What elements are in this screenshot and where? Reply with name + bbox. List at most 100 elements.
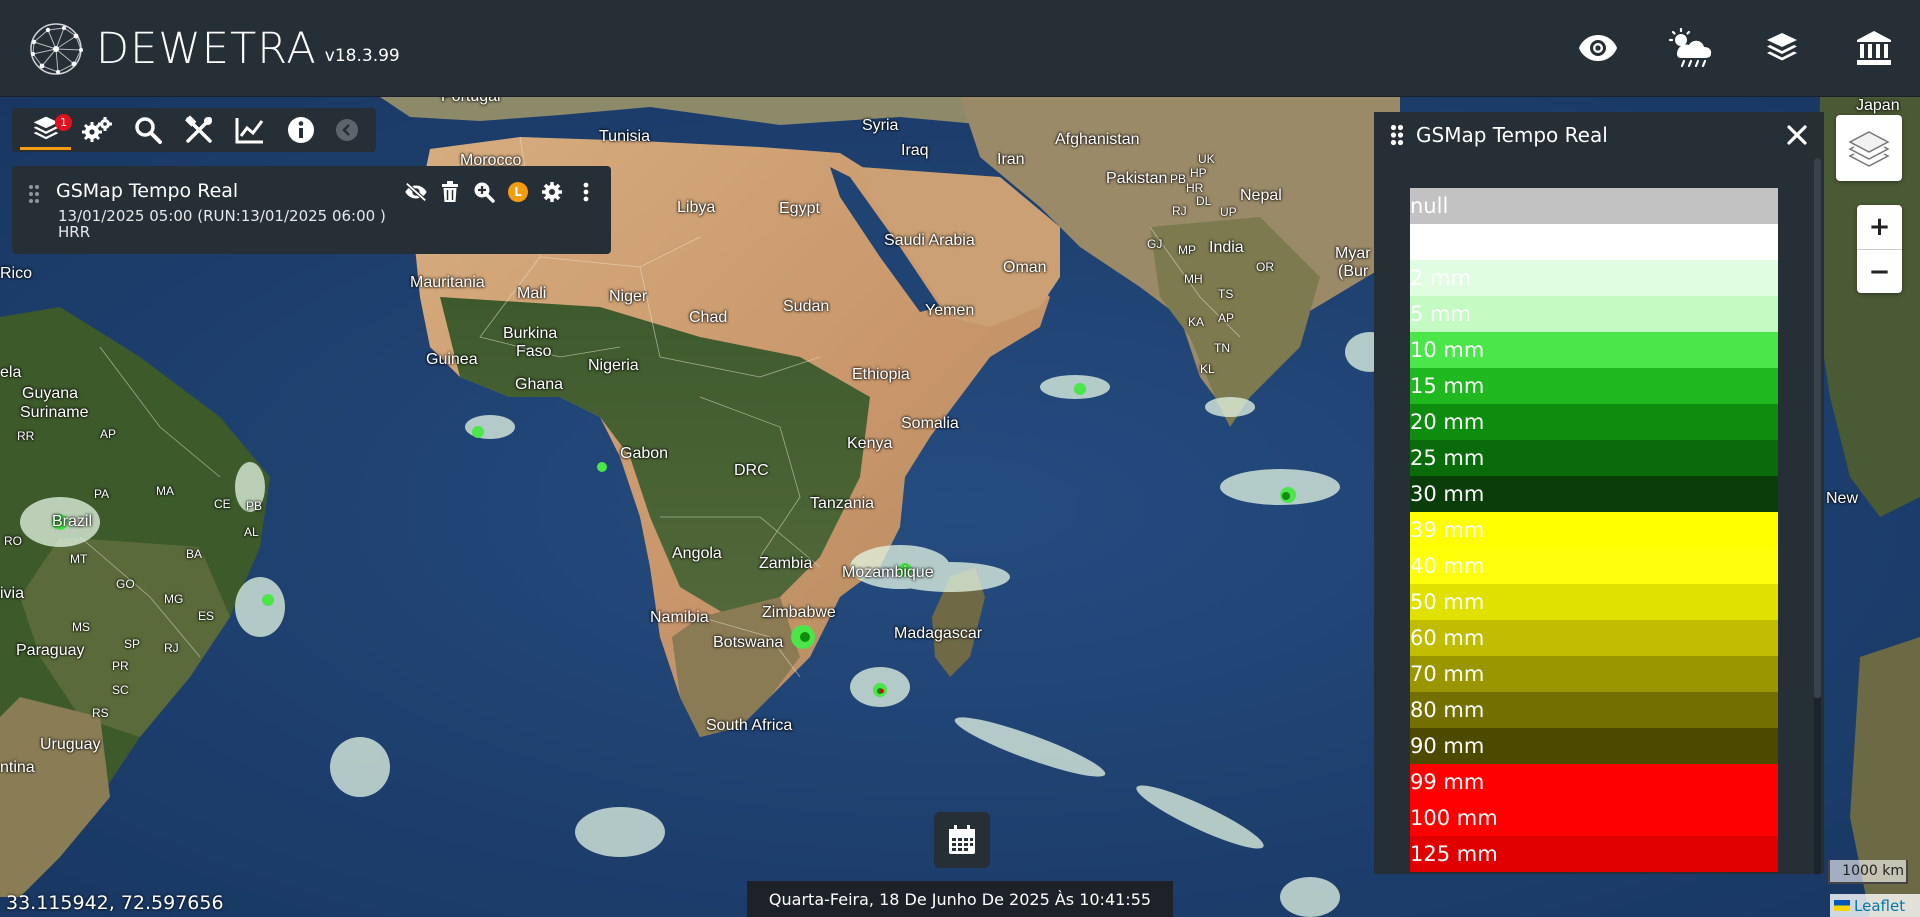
eye-slash-icon: [405, 182, 427, 202]
map-label-small: GO: [116, 577, 135, 591]
legend-color-scale: null 2 mm 5 mm 10 mm 15 mm 20 mm 25 mm 30 mm 39 …: [1410, 188, 1778, 874]
current-datetime: Quarta-Feira, 18 De Junho De 2025 Às 10:…: [747, 881, 1173, 917]
map-label: (Bur: [1338, 263, 1369, 280]
info-button[interactable]: [275, 110, 326, 150]
map-label-small: HP: [1190, 166, 1207, 180]
map-label: Uruguay: [40, 736, 101, 753]
layer-actions: L: [404, 180, 598, 204]
layer-card: GSMap Tempo Real 13/01/2025 05:00 (RUN:1…: [12, 166, 611, 254]
map-label: Zimbabwe: [762, 604, 836, 621]
map-label: ntina: [0, 759, 35, 776]
legend-entry: 99 mm: [1410, 764, 1778, 800]
map-label: Rico: [0, 265, 33, 282]
map-label: Kenya: [847, 435, 893, 452]
search-icon: [134, 117, 162, 144]
app-header: DEWETRA v18.3.99: [0, 0, 1920, 97]
layer-more-button[interactable]: [574, 180, 598, 204]
chart-button[interactable]: [224, 110, 275, 150]
zoom-out-button[interactable]: −: [1857, 249, 1902, 293]
delete-layer-button[interactable]: [438, 180, 462, 204]
close-legend-button[interactable]: [1782, 120, 1812, 150]
map-attribution[interactable]: Leaflet: [1830, 894, 1920, 917]
drag-handle-icon[interactable]: [28, 184, 40, 204]
map-label-small: HR: [1186, 181, 1204, 195]
collapse-toolbar-button[interactable]: [336, 119, 358, 141]
map-label: South Africa: [706, 717, 793, 734]
drag-handle-icon[interactable]: [1390, 124, 1404, 146]
weather-icon[interactable]: [1666, 25, 1714, 71]
map-label: Botswana: [713, 634, 784, 651]
hide-layer-button[interactable]: [404, 180, 428, 204]
map-label: Angola: [672, 545, 722, 562]
map-label-small: TN: [1214, 341, 1230, 355]
map-label: Portugal: [441, 97, 501, 106]
trash-icon: [442, 181, 458, 202]
zoom-in-button[interactable]: +: [1857, 205, 1902, 249]
map-label: Niger: [609, 288, 648, 305]
search-button[interactable]: [122, 110, 173, 150]
map-label: Tunisia: [599, 128, 650, 145]
gear-icon: [542, 182, 562, 202]
map-label: Saudi Arabia: [884, 232, 975, 249]
map-label: New: [1826, 490, 1859, 507]
layer-subtitle: 13/01/2025 05:00 (RUN:13/01/2025 06:00 )…: [58, 208, 386, 240]
map-label-small: KA: [1188, 315, 1205, 329]
map-label: Libya: [677, 199, 716, 216]
map-label: ela: [0, 364, 22, 381]
legend-entry: 100 mm: [1410, 800, 1778, 836]
layers-icon[interactable]: [1758, 25, 1806, 71]
layer-title[interactable]: GSMap Tempo Real: [56, 180, 238, 202]
map-label-small: RJ: [1172, 204, 1187, 218]
map-label: Somalia: [901, 415, 959, 432]
map-label-small: PB: [1170, 172, 1187, 186]
map-label-small: PR: [112, 659, 129, 673]
map-label-small: GJ: [1147, 237, 1163, 251]
more-vertical-icon: [583, 182, 589, 202]
map-label-small: BA: [186, 547, 203, 561]
map-label-small: DL: [1196, 194, 1212, 208]
map-label: Myar: [1335, 245, 1371, 262]
app-logo[interactable]: DEWETRA v18.3.99: [26, 20, 400, 78]
settings-button[interactable]: [71, 110, 122, 150]
legend-header[interactable]: GSMap Tempo Real: [1374, 112, 1824, 158]
map-label: India: [1209, 239, 1244, 256]
legend-entry: 30 mm: [1410, 476, 1778, 512]
map-label: Syria: [862, 117, 899, 134]
map-label: Yemen: [925, 302, 975, 319]
zoom-in-icon: [474, 182, 495, 203]
legend-title: GSMap Tempo Real: [1416, 123, 1608, 147]
map-label-small: AP: [100, 427, 117, 441]
basemap-switcher-button[interactable]: [1836, 115, 1902, 181]
map-label: Guinea: [426, 351, 478, 368]
legend-scrollbar-thumb[interactable]: [1814, 158, 1821, 698]
calendar-button[interactable]: [934, 812, 990, 868]
map-label: Ethiopia: [852, 366, 910, 383]
layer-date: 13/01/2025 05:00 (RUN:13/01/2025 06:00 ): [58, 207, 386, 225]
map-label-small: MG: [164, 592, 184, 606]
tools-button[interactable]: [173, 110, 224, 150]
map-label: Iran: [997, 151, 1025, 168]
layers-tab-button[interactable]: 1: [20, 110, 72, 150]
legend-entry: 15 mm: [1410, 368, 1778, 404]
legend-toggle-button[interactable]: L: [506, 180, 530, 204]
layer-settings-button[interactable]: [540, 180, 564, 204]
settings-icon: [81, 117, 112, 142]
scale-bar: 1000 km: [1828, 860, 1908, 884]
map-label-small: AL: [244, 525, 259, 539]
map-label-small: PB: [246, 499, 263, 513]
map-label-small: RO: [4, 534, 22, 548]
map-label-small: UK: [1198, 152, 1215, 166]
map-label-small: CE: [214, 497, 231, 511]
header-icon-bar: [1574, 25, 1898, 71]
institution-icon[interactable]: [1850, 25, 1898, 71]
legend-scrollbar[interactable]: [1814, 158, 1821, 874]
zoom-to-layer-button[interactable]: [472, 180, 496, 204]
layers-count-badge: 1: [55, 114, 72, 131]
globe-logo-icon: [30, 23, 83, 75]
map-label-small: RR: [17, 429, 35, 443]
eye-icon[interactable]: [1574, 25, 1622, 71]
legend-entry: 90 mm: [1410, 728, 1778, 764]
map-label-small: ES: [198, 609, 215, 623]
leaflet-link[interactable]: Leaflet: [1854, 897, 1905, 915]
map-label: Nepal: [1240, 187, 1282, 204]
